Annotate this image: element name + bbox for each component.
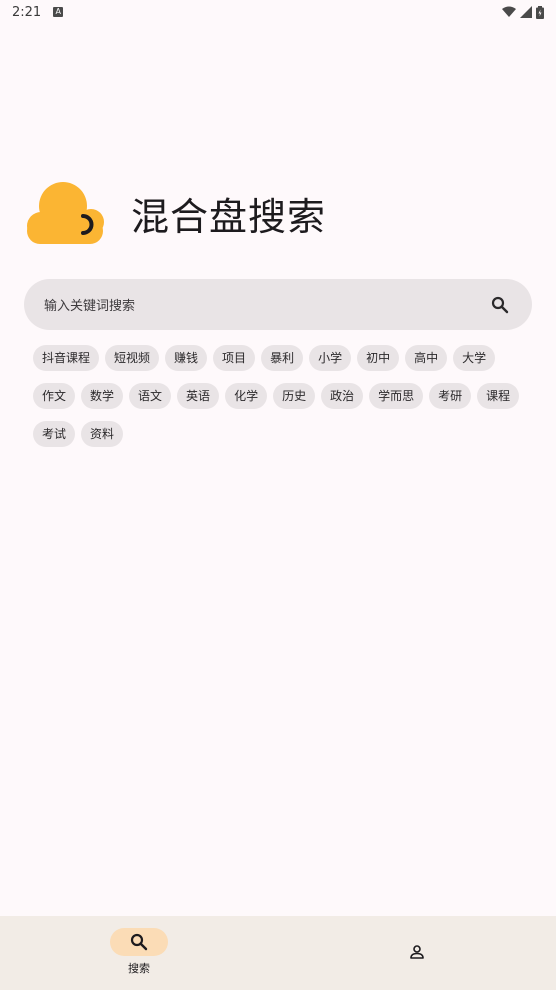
status-time: 2:21 <box>12 4 42 20</box>
battery-icon <box>536 5 544 19</box>
search-input[interactable]: 输入关键词搜索 <box>44 295 490 314</box>
tag-chip[interactable]: 大学 <box>453 345 496 371</box>
tag-chip[interactable]: 语文 <box>129 383 172 409</box>
tag-chip[interactable]: 赚钱 <box>165 345 208 371</box>
tag-chip[interactable]: 英语 <box>177 383 220 409</box>
tag-chip[interactable]: 考研 <box>429 383 472 409</box>
tag-chip[interactable]: 资料 <box>81 421 124 447</box>
search-button[interactable] <box>490 295 510 315</box>
app-header: 混合盘搜索 <box>25 180 326 246</box>
tag-chip[interactable]: 考试 <box>33 421 76 447</box>
tag-chip[interactable]: 政治 <box>321 383 364 409</box>
tag-chip[interactable]: 初中 <box>357 345 400 371</box>
signal-icon <box>520 6 532 18</box>
tag-chip[interactable]: 暴利 <box>261 345 304 371</box>
search-icon <box>130 933 148 951</box>
tag-chip[interactable]: 小学 <box>309 345 352 371</box>
tag-chip[interactable]: 学而思 <box>369 383 424 409</box>
nav-profile[interactable] <box>278 916 556 990</box>
nav-search-indicator <box>110 928 168 956</box>
bottom-nav: 搜索 <box>0 916 556 990</box>
status-icons <box>502 5 544 19</box>
tag-chip[interactable]: 高中 <box>405 345 448 371</box>
person-icon <box>410 945 424 959</box>
tag-chip[interactable]: 数学 <box>81 383 124 409</box>
search-bar[interactable]: 输入关键词搜索 <box>24 279 532 330</box>
tag-chip[interactable]: 项目 <box>213 345 256 371</box>
cloud-logo-icon <box>27 182 104 244</box>
tag-chip[interactable]: 化学 <box>225 383 268 409</box>
status-bar: 2:21 A <box>0 0 556 24</box>
search-icon <box>491 296 509 313</box>
hot-tags: 抖音课程 短视频 赚钱 项目 暴利 小学 初中 高中 大学 作文 数学 语文 英… <box>33 345 533 447</box>
nav-search-label: 搜索 <box>128 962 150 975</box>
tag-chip[interactable]: 作文 <box>33 383 76 409</box>
notification-a-icon: A <box>53 7 64 17</box>
tag-chip[interactable]: 课程 <box>477 383 520 409</box>
tag-chip[interactable]: 抖音课程 <box>33 345 100 371</box>
tag-chip[interactable]: 短视频 <box>105 345 160 371</box>
wifi-icon <box>502 6 516 17</box>
nav-search[interactable]: 搜索 <box>0 916 278 990</box>
tag-chip[interactable]: 历史 <box>273 383 316 409</box>
app-title: 混合盘搜索 <box>131 194 327 239</box>
